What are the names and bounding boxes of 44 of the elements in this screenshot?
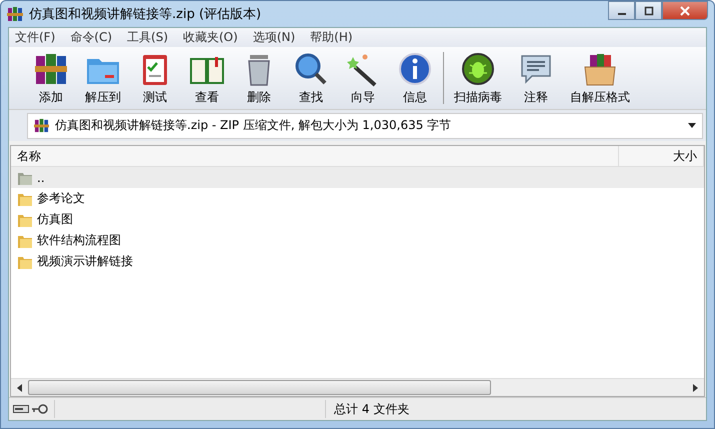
minimize-icon	[618, 12, 626, 14]
archive-icon	[7, 6, 23, 22]
toolbar-button[interactable]: 注释	[510, 49, 562, 107]
scroll-left-icon[interactable]	[17, 384, 22, 392]
column-header[interactable]: 大小	[619, 146, 704, 166]
maximize-button[interactable]	[635, 1, 662, 20]
close-icon	[680, 6, 690, 16]
toolbar-button[interactable]: 删除	[233, 49, 285, 107]
magnifier-icon	[293, 50, 329, 86]
menu-item[interactable]: 命令(C)	[70, 29, 112, 46]
dropdown-caret-icon	[688, 123, 696, 128]
toolbar-button[interactable]: 解压到	[77, 49, 129, 107]
toolbar-button[interactable]: 添加	[25, 49, 77, 107]
column-header[interactable]: 名称	[11, 146, 619, 166]
info-icon	[397, 50, 433, 86]
menu-item[interactable]: 选项(N)	[252, 29, 296, 46]
toolbar-button[interactable]: 信息	[389, 49, 441, 107]
drive-icon	[13, 405, 29, 413]
toolbar-button[interactable]: 向导	[337, 49, 389, 107]
file-row[interactable]: ..	[11, 167, 704, 188]
file-row[interactable]: 仿真图	[11, 209, 704, 230]
menu-item[interactable]: 文件(F)	[15, 29, 56, 46]
toolbar-button[interactable]: 测试	[129, 49, 181, 107]
bug-icon	[460, 50, 496, 86]
window-title: 仿真图和视频讲解链接等.zip (评估版本)	[29, 6, 262, 23]
scrollbar-thumb[interactable]	[28, 380, 492, 395]
archive-icon	[34, 118, 49, 133]
menu-item[interactable]: 工具(S)	[127, 29, 168, 46]
minimize-button[interactable]	[608, 1, 635, 20]
toolbar-button[interactable]: 自解压格式	[562, 49, 638, 107]
key-icon	[32, 404, 48, 414]
file-row[interactable]: 参考论文	[11, 188, 704, 209]
file-row[interactable]: 视频演示讲解链接	[11, 251, 704, 272]
maximize-icon	[644, 6, 654, 16]
scroll-right-icon[interactable]	[693, 384, 698, 392]
toolbar-button[interactable]: 扫描病毒	[446, 49, 510, 107]
menu-item[interactable]: 帮助(H)	[310, 29, 353, 46]
toolbar-button[interactable]: 查看	[181, 49, 233, 107]
address-field[interactable]: 仿真图和视频讲解链接等.zip - ZIP 压缩文件, 解包大小为 1,030,635 字节	[27, 112, 703, 138]
file-row[interactable]: 软件结构流程图	[11, 230, 704, 251]
status-text: 总计 4 文件夹	[333, 400, 410, 418]
toolbar-button[interactable]: 查找	[285, 49, 337, 107]
menu-item[interactable]: 收藏夹(O)	[183, 29, 238, 46]
close-button[interactable]	[662, 1, 708, 20]
